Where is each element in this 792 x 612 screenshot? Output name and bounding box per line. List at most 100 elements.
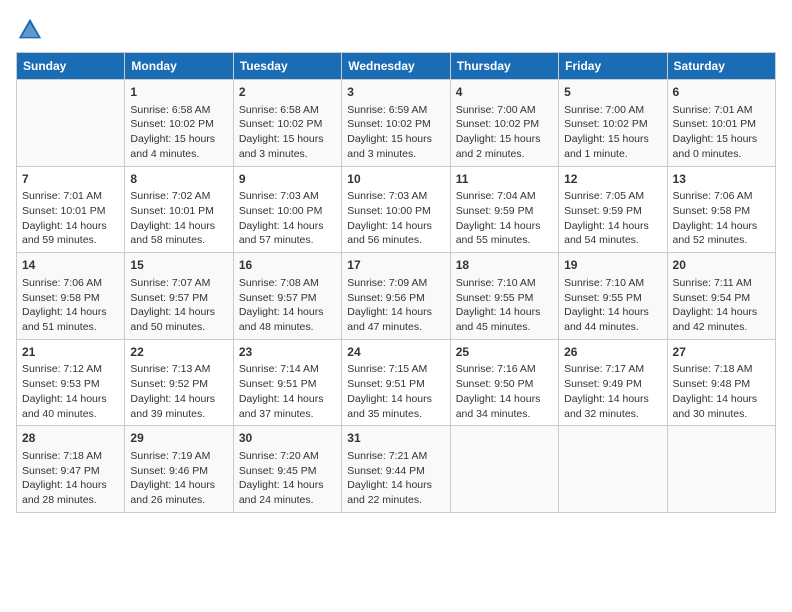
calendar-cell: 11Sunrise: 7:04 AMSunset: 9:59 PMDayligh… xyxy=(450,166,558,253)
day-info: Sunrise: 7:14 AMSunset: 9:51 PMDaylight:… xyxy=(239,362,336,421)
calendar-cell: 14 Sunrise: 7:06 AMSunset: 9:58 PMDayligh… xyxy=(17,253,125,340)
day-number: 18 xyxy=(456,257,553,274)
weekday-header: Tuesday xyxy=(233,53,341,80)
calendar-week-row: 14 Sunrise: 7:06 AMSunset: 9:58 PMDayligh… xyxy=(17,253,776,340)
day-info: Sunrise: 7:04 AMSunset: 9:59 PMDaylight:… xyxy=(456,189,553,248)
day-info: Sunrise: 7:03 AMSunset: 10:00 PMDaylight… xyxy=(239,189,336,248)
day-info: Sunrise: 7:17 AMSunset: 9:49 PMDaylight:… xyxy=(564,362,661,421)
calendar-cell: 24Sunrise: 7:15 AMSunset: 9:51 PMDayligh… xyxy=(342,339,450,426)
calendar-cell: 31 Sunrise: 7:21 AMSunset: 9:44 PMDayligh… xyxy=(342,426,450,513)
weekday-header: Friday xyxy=(559,53,667,80)
logo xyxy=(16,16,48,44)
day-number: 15 xyxy=(130,257,227,274)
weekday-header: Saturday xyxy=(667,53,775,80)
calendar-cell: 7Sunrise: 7:01 AMSunset: 10:01 PMDayligh… xyxy=(17,166,125,253)
day-number: 25 xyxy=(456,344,553,361)
day-number: 20 xyxy=(673,257,770,274)
day-number: 27 xyxy=(673,344,770,361)
day-info: Sunrise: 7:01 AMSunset: 10:01 PMDaylight… xyxy=(22,189,119,248)
day-info: Sunrise: 7:19 AMSunset: 9:46 PMDaylight:… xyxy=(130,449,227,508)
calendar-cell: 28Sunrise: 7:18 AMSunset: 9:47 PMDayligh… xyxy=(17,426,125,513)
calendar-week-row: 7Sunrise: 7:01 AMSunset: 10:01 PMDayligh… xyxy=(17,166,776,253)
day-info: Sunrise: 7:07 AMSunset: 9:57 PMDaylight:… xyxy=(130,276,227,335)
day-number: 23 xyxy=(239,344,336,361)
day-info: Sunrise: 7:01 AMSunset: 10:01 PMDaylight… xyxy=(673,103,770,162)
calendar-cell: 10Sunrise: 7:03 AMSunset: 10:00 PMDaylig… xyxy=(342,166,450,253)
calendar-cell: 9Sunrise: 7:03 AMSunset: 10:00 PMDayligh… xyxy=(233,166,341,253)
calendar-cell: 15 Sunrise: 7:07 AMSunset: 9:57 PMDayligh… xyxy=(125,253,233,340)
calendar-week-row: 1 Sunrise: 6:58 AMSunset: 10:02 PMDayligh… xyxy=(17,80,776,167)
calendar-cell: 20 Sunrise: 7:11 AMSunset: 9:54 PMDayligh… xyxy=(667,253,775,340)
day-info: Sunrise: 7:10 AMSunset: 9:55 PMDaylight:… xyxy=(564,276,661,335)
day-number: 8 xyxy=(130,171,227,188)
weekday-header: Monday xyxy=(125,53,233,80)
day-number: 1 xyxy=(130,84,227,101)
day-number: 17 xyxy=(347,257,444,274)
day-number: 2 xyxy=(239,84,336,101)
calendar-cell: 26Sunrise: 7:17 AMSunset: 9:49 PMDayligh… xyxy=(559,339,667,426)
calendar-cell: 13Sunrise: 7:06 AMSunset: 9:58 PMDayligh… xyxy=(667,166,775,253)
day-info: Sunrise: 7:02 AMSunset: 10:01 PMDaylight… xyxy=(130,189,227,248)
calendar-week-row: 28Sunrise: 7:18 AMSunset: 9:47 PMDayligh… xyxy=(17,426,776,513)
day-number: 6 xyxy=(673,84,770,101)
calendar-cell: 4 Sunrise: 7:00 AMSunset: 10:02 PMDayligh… xyxy=(450,80,558,167)
calendar-cell: 18 Sunrise: 7:10 AMSunset: 9:55 PMDayligh… xyxy=(450,253,558,340)
day-info: Sunrise: 7:18 AMSunset: 9:48 PMDaylight:… xyxy=(673,362,770,421)
day-info: Sunrise: 7:20 AMSunset: 9:45 PMDaylight:… xyxy=(239,449,336,508)
calendar-cell: 30 Sunrise: 7:20 AMSunset: 9:45 PMDayligh… xyxy=(233,426,341,513)
day-info: Sunrise: 7:03 AMSunset: 10:00 PMDaylight… xyxy=(347,189,444,248)
day-info: Sunrise: 6:58 AMSunset: 10:02 PMDaylight… xyxy=(130,103,227,162)
day-info: Sunrise: 7:06 AMSunset: 9:58 PMDaylight:… xyxy=(673,189,770,248)
day-info: Sunrise: 7:05 AMSunset: 9:59 PMDaylight:… xyxy=(564,189,661,248)
day-number: 10 xyxy=(347,171,444,188)
day-number: 9 xyxy=(239,171,336,188)
day-number: 5 xyxy=(564,84,661,101)
calendar-cell xyxy=(17,80,125,167)
day-number: 19 xyxy=(564,257,661,274)
day-number: 12 xyxy=(564,171,661,188)
calendar-cell: 6 Sunrise: 7:01 AMSunset: 10:01 PMDayligh… xyxy=(667,80,775,167)
calendar-cell xyxy=(559,426,667,513)
day-info: Sunrise: 7:10 AMSunset: 9:55 PMDaylight:… xyxy=(456,276,553,335)
calendar-cell: 21Sunrise: 7:12 AMSunset: 9:53 PMDayligh… xyxy=(17,339,125,426)
day-info: Sunrise: 7:11 AMSunset: 9:54 PMDaylight:… xyxy=(673,276,770,335)
day-info: Sunrise: 7:00 AMSunset: 10:02 PMDaylight… xyxy=(564,103,661,162)
calendar-cell: 2 Sunrise: 6:58 AMSunset: 10:02 PMDayligh… xyxy=(233,80,341,167)
day-info: Sunrise: 7:06 AMSunset: 9:58 PMDaylight:… xyxy=(22,276,119,335)
calendar-cell: 1 Sunrise: 6:58 AMSunset: 10:02 PMDayligh… xyxy=(125,80,233,167)
day-number: 21 xyxy=(22,344,119,361)
calendar-cell: 29Sunrise: 7:19 AMSunset: 9:46 PMDayligh… xyxy=(125,426,233,513)
day-number: 11 xyxy=(456,171,553,188)
calendar-cell: 23Sunrise: 7:14 AMSunset: 9:51 PMDayligh… xyxy=(233,339,341,426)
calendar-cell: 5 Sunrise: 7:00 AMSunset: 10:02 PMDayligh… xyxy=(559,80,667,167)
day-number: 3 xyxy=(347,84,444,101)
day-number: 28 xyxy=(22,430,119,447)
day-info: Sunrise: 7:00 AMSunset: 10:02 PMDaylight… xyxy=(456,103,553,162)
calendar-cell: 8Sunrise: 7:02 AMSunset: 10:01 PMDayligh… xyxy=(125,166,233,253)
calendar-cell: 27Sunrise: 7:18 AMSunset: 9:48 PMDayligh… xyxy=(667,339,775,426)
day-number: 31 xyxy=(347,430,444,447)
day-number: 30 xyxy=(239,430,336,447)
calendar-week-row: 21Sunrise: 7:12 AMSunset: 9:53 PMDayligh… xyxy=(17,339,776,426)
day-info: Sunrise: 7:21 AMSunset: 9:44 PMDaylight:… xyxy=(347,449,444,508)
weekday-header: Thursday xyxy=(450,53,558,80)
day-number: 26 xyxy=(564,344,661,361)
calendar-cell: 12Sunrise: 7:05 AMSunset: 9:59 PMDayligh… xyxy=(559,166,667,253)
calendar-cell xyxy=(450,426,558,513)
day-number: 14 xyxy=(22,257,119,274)
calendar-cell: 22Sunrise: 7:13 AMSunset: 9:52 PMDayligh… xyxy=(125,339,233,426)
day-info: Sunrise: 7:12 AMSunset: 9:53 PMDaylight:… xyxy=(22,362,119,421)
calendar-cell: 16Sunrise: 7:08 AMSunset: 9:57 PMDayligh… xyxy=(233,253,341,340)
day-info: Sunrise: 6:59 AMSunset: 10:02 PMDaylight… xyxy=(347,103,444,162)
calendar-cell: 3 Sunrise: 6:59 AMSunset: 10:02 PMDayligh… xyxy=(342,80,450,167)
day-number: 16 xyxy=(239,257,336,274)
calendar-cell xyxy=(667,426,775,513)
day-info: Sunrise: 6:58 AMSunset: 10:02 PMDaylight… xyxy=(239,103,336,162)
page-header xyxy=(16,16,776,44)
weekday-header-row: SundayMondayTuesdayWednesdayThursdayFrid… xyxy=(17,53,776,80)
day-info: Sunrise: 7:15 AMSunset: 9:51 PMDaylight:… xyxy=(347,362,444,421)
day-number: 13 xyxy=(673,171,770,188)
calendar-cell: 17Sunrise: 7:09 AMSunset: 9:56 PMDayligh… xyxy=(342,253,450,340)
day-number: 4 xyxy=(456,84,553,101)
calendar-cell: 19 Sunrise: 7:10 AMSunset: 9:55 PMDayligh… xyxy=(559,253,667,340)
